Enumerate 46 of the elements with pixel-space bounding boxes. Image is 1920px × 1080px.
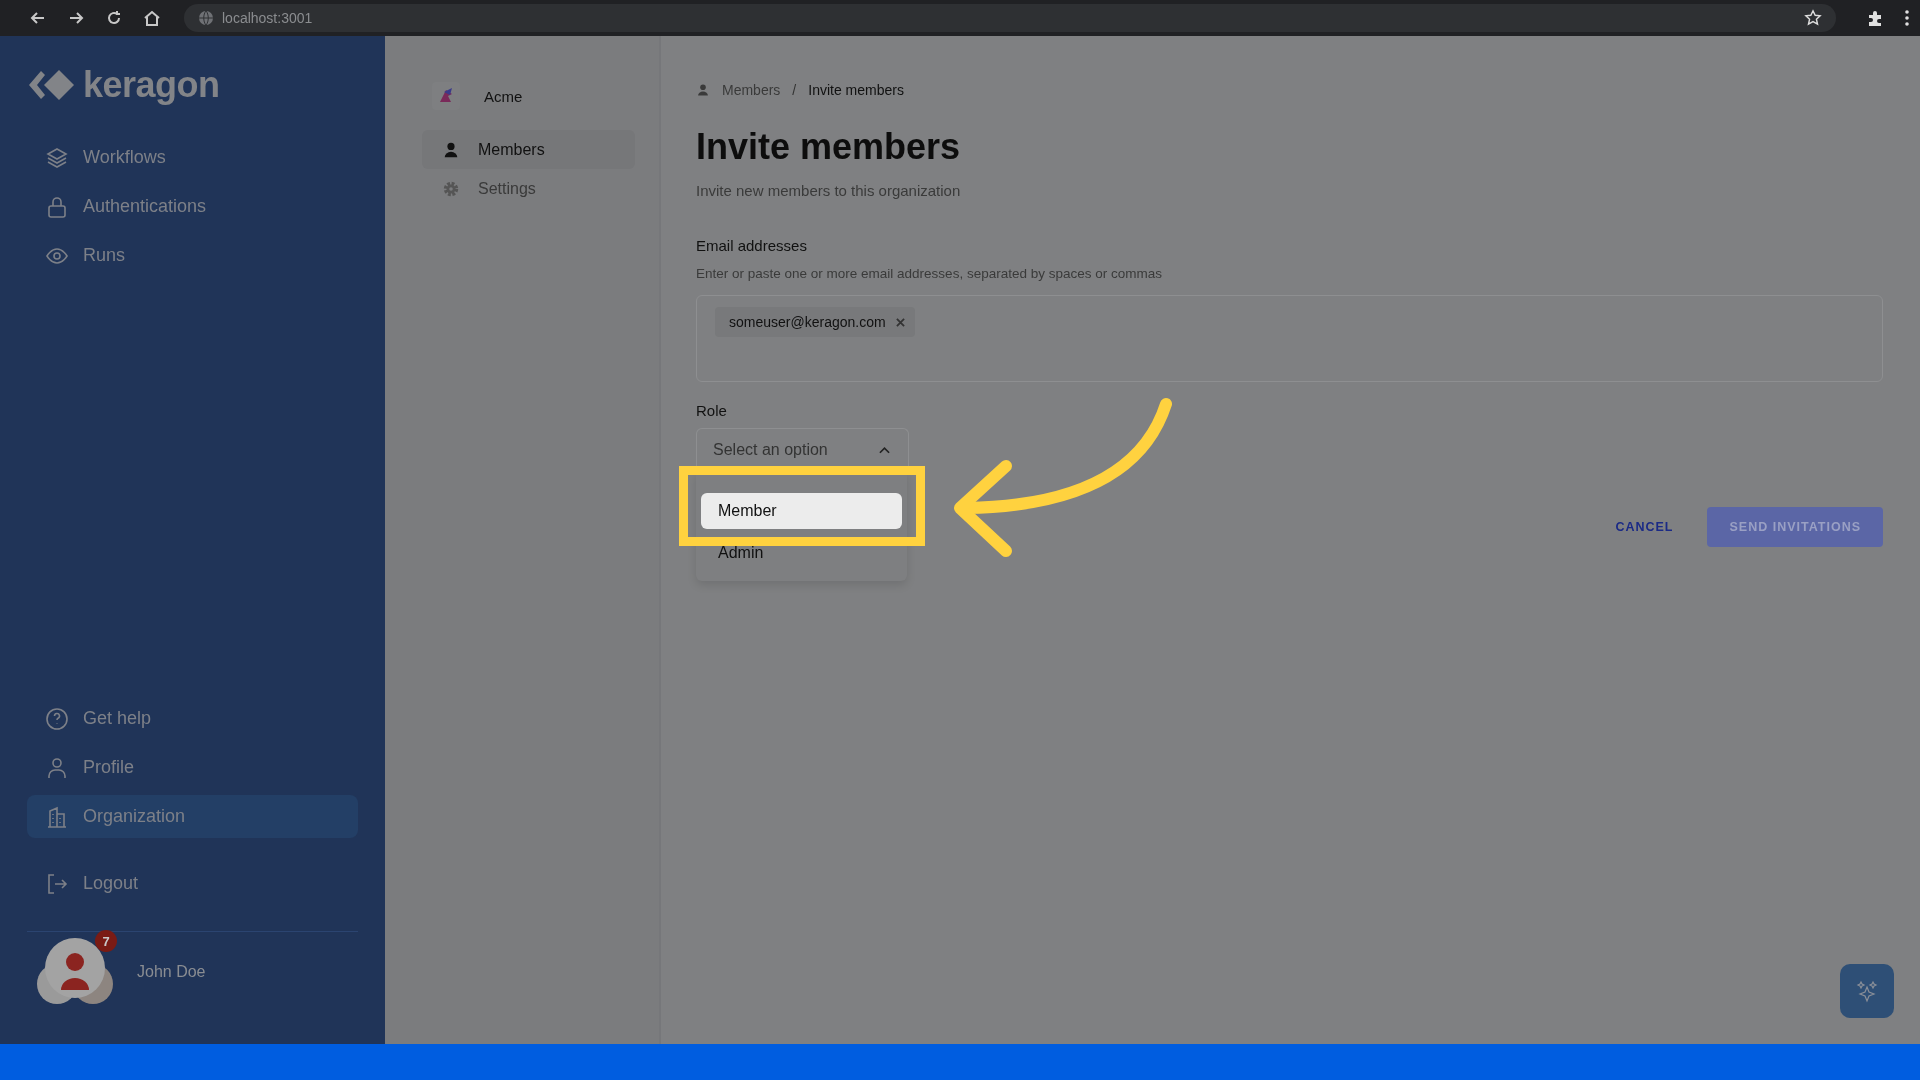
org-name: Acme [484, 87, 523, 105]
org-nav-item[interactable]: Members [422, 130, 635, 169]
person-icon [442, 140, 460, 159]
globe-icon [198, 10, 214, 26]
help-icon [45, 706, 69, 731]
user-name: John Doe [137, 963, 206, 981]
breadcrumb-separator: / [792, 82, 797, 98]
sparkle-icon [1855, 979, 1879, 1003]
notification-badge: 7 [95, 930, 117, 952]
field-help: Enter or paste one or more email addresses, separated by spaces or commas [696, 266, 1163, 281]
dropdown-option[interactable]: Member [701, 493, 902, 529]
field-label: Role [696, 402, 728, 419]
org-nav-item[interactable]: Settings [422, 169, 635, 208]
email-input-field[interactable]: someuser@keragon.com [696, 295, 1883, 382]
remove-icon[interactable] [895, 317, 905, 327]
breadcrumb-link[interactable]: Members [722, 82, 781, 98]
url-text: localhost:3001 [222, 10, 314, 26]
send-invitations-button[interactable]: SEND INVITATIONS [1707, 507, 1883, 547]
gear-icon [442, 179, 460, 198]
person-icon [45, 755, 69, 780]
cancel-button[interactable]: CANCEL [1611, 512, 1678, 542]
nav-item[interactable]: Authentications [27, 185, 358, 228]
nav-item[interactable]: Get help [27, 697, 358, 740]
person-icon [696, 83, 710, 97]
page-title: Invite members [696, 126, 962, 168]
nav-item[interactable]: Profile [27, 746, 358, 789]
email-chip-text: someuser@keragon.com [729, 314, 886, 330]
logo-text: keragon [83, 64, 220, 106]
menu-icon[interactable] [1904, 8, 1910, 28]
page-subtitle: Invite new members to this organization [696, 182, 962, 199]
logo-icon [27, 68, 75, 102]
nav-item[interactable]: Organization [27, 795, 358, 838]
nav-item[interactable]: Runs [27, 234, 358, 277]
nav-item[interactable]: Workflows [27, 136, 358, 179]
dropdown-option[interactable]: Admin [701, 535, 902, 571]
lock-icon [45, 194, 69, 219]
logout-link[interactable]: Logout [27, 862, 358, 905]
address-bar[interactable]: localhost:3001 [184, 4, 1836, 32]
home-icon[interactable] [142, 8, 162, 28]
chevron-icon [879, 446, 890, 454]
field-label: Email addresses [696, 237, 808, 254]
star-icon[interactable] [1804, 9, 1822, 27]
breadcrumb-current: Invite members [808, 82, 904, 98]
logout-icon [45, 871, 69, 896]
building-icon [45, 804, 69, 829]
layers-icon [45, 145, 69, 170]
